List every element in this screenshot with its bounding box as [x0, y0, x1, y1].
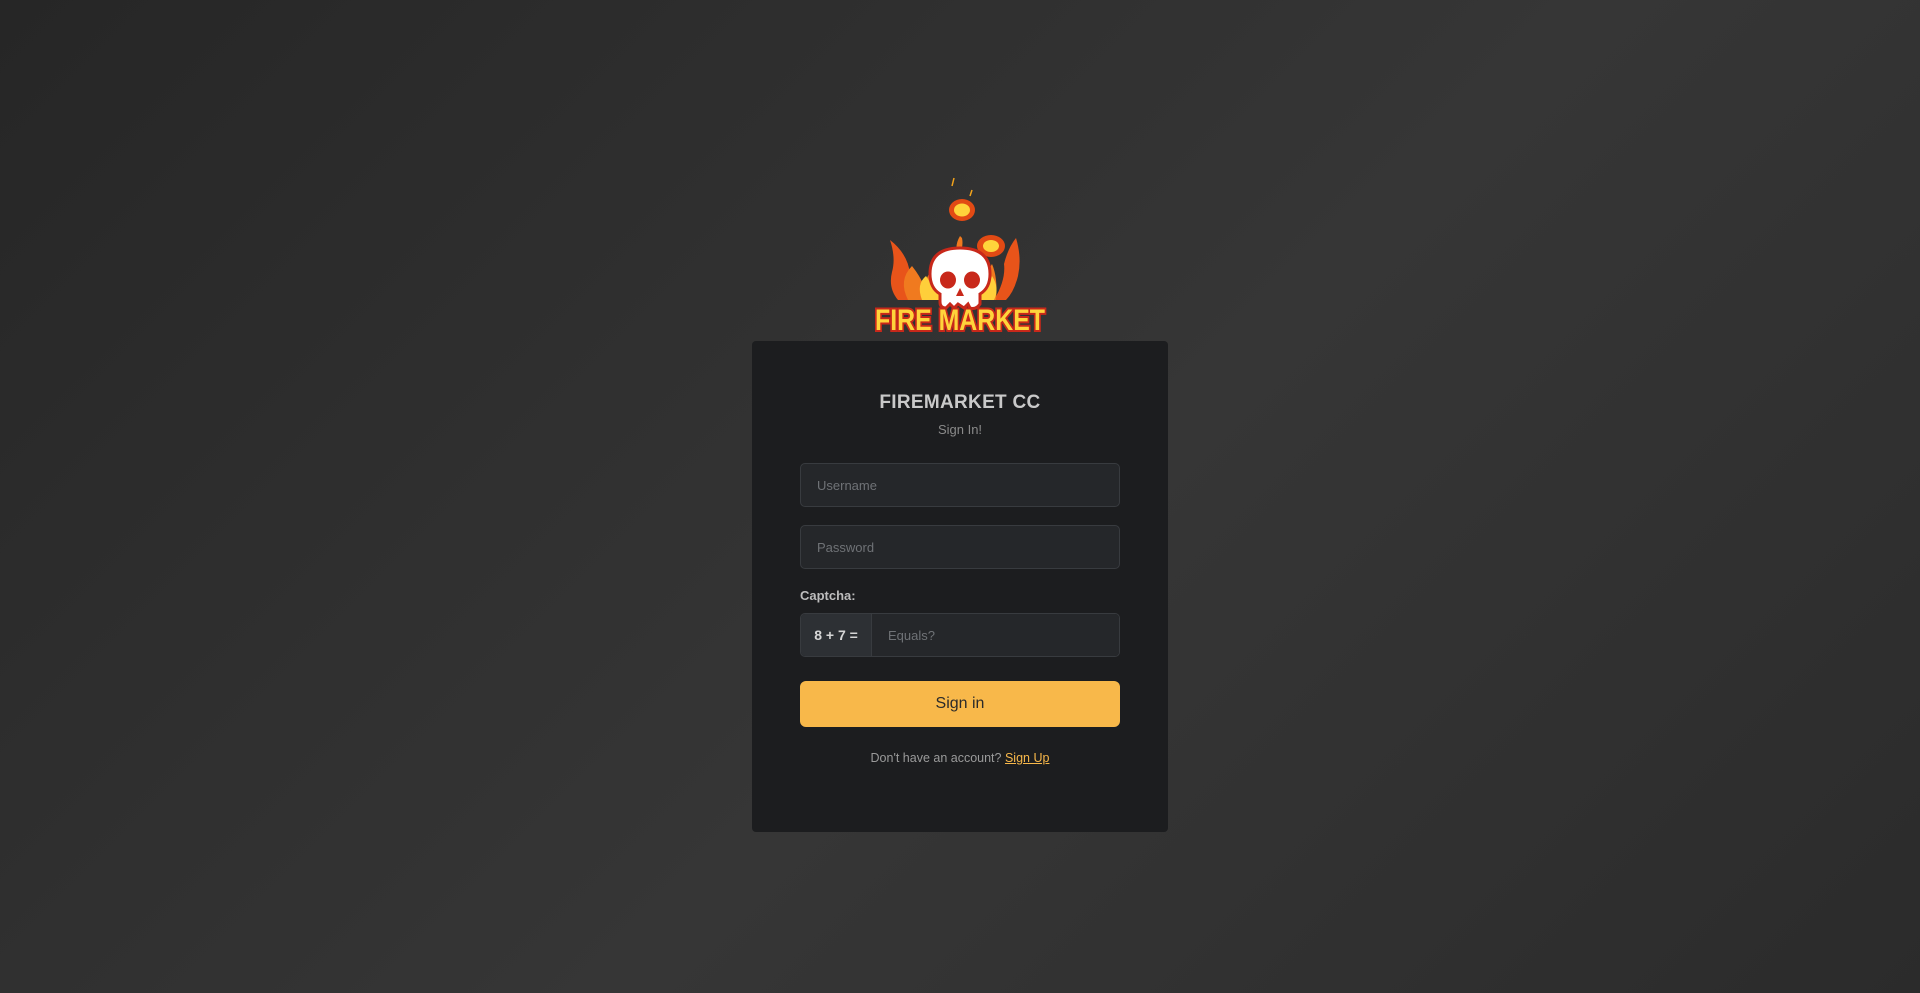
captcha-input[interactable]	[872, 614, 1119, 656]
captcha-label: Captcha:	[800, 588, 856, 603]
password-input[interactable]	[800, 525, 1120, 569]
captcha-question: 8 + 7 =	[801, 614, 872, 656]
sign-up-link[interactable]: Sign Up	[1005, 751, 1049, 765]
signup-prompt: Don't have an account? Sign Up	[800, 751, 1120, 765]
username-input[interactable]	[800, 463, 1120, 507]
signup-prompt-text: Don't have an account?	[870, 751, 1002, 765]
page-subtitle: Sign In!	[937, 422, 983, 437]
sign-in-card: FIREMARKET CC Sign In! Captcha: 8 + 7 = …	[752, 341, 1168, 832]
logo-text: FIRE MARKET	[875, 304, 1045, 332]
fire-market-logo: FIRE MARKET	[868, 176, 1052, 332]
sign-in-button[interactable]: Sign in	[800, 681, 1120, 727]
fire-skull-logo-icon: FIRE MARKET	[873, 177, 1047, 332]
captcha-group: 8 + 7 =	[800, 613, 1120, 657]
page-title: FIREMARKET CC	[879, 392, 1041, 413]
